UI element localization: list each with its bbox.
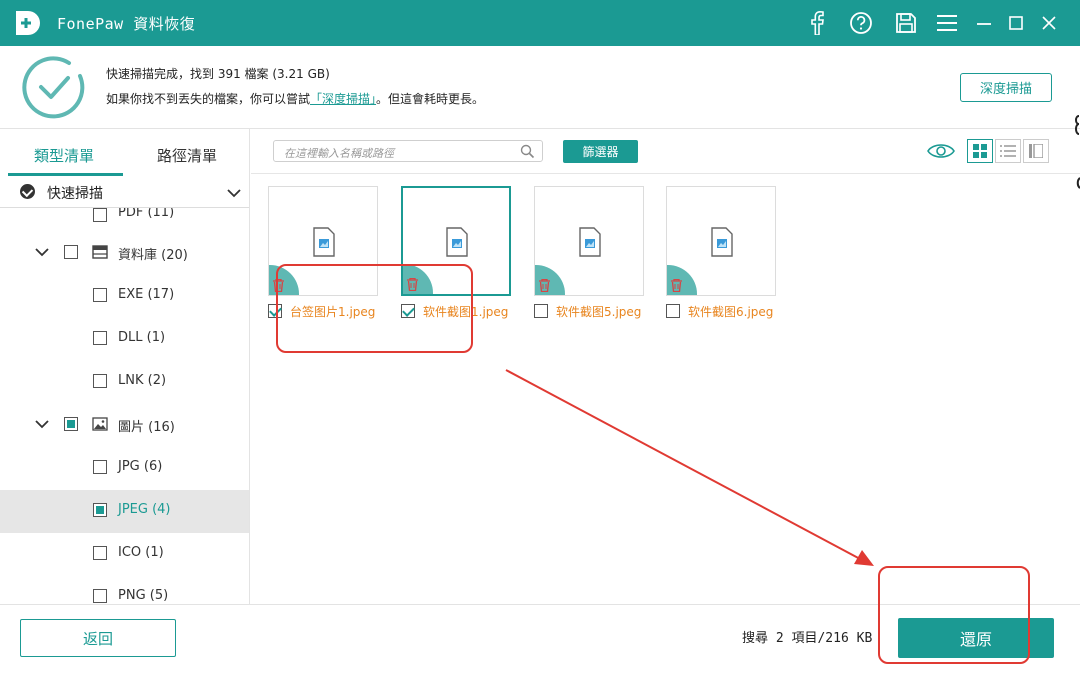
category-checkbox[interactable] bbox=[64, 417, 78, 431]
chevron-down-icon[interactable] bbox=[34, 244, 50, 260]
preview-eye-icon[interactable] bbox=[927, 142, 955, 160]
category-sidebar: 類型清單 路徑清單 快速掃描 PDF (11) 資料庫 (20) EXE (17… bbox=[0, 129, 250, 604]
image-file-icon bbox=[313, 227, 335, 257]
category-item-png[interactable]: PNG (5) bbox=[0, 576, 249, 604]
category-checkbox[interactable] bbox=[93, 589, 107, 603]
deep-scan-hint: 如果你找不到丟失的檔案，你可以嘗試「深度掃描」。但這會耗時更長。 bbox=[106, 90, 484, 107]
image-file-icon bbox=[446, 227, 468, 257]
category-checkbox[interactable] bbox=[93, 546, 107, 560]
category-checkbox[interactable] bbox=[64, 245, 78, 259]
image-icon bbox=[92, 417, 108, 431]
category-checkbox[interactable] bbox=[93, 208, 107, 222]
restore-button[interactable]: 還原 bbox=[898, 618, 1054, 658]
cropped-edge-mark bbox=[1075, 115, 1080, 189]
list-view-button[interactable] bbox=[995, 139, 1021, 163]
deep-scan-link[interactable]: 「深度掃描」 bbox=[310, 92, 376, 106]
category-item-lnk[interactable]: LNK (2) bbox=[0, 361, 249, 404]
category-label: ICO (1) bbox=[118, 545, 164, 560]
close-icon[interactable] bbox=[1035, 9, 1063, 37]
help-icon[interactable] bbox=[847, 9, 875, 37]
category-label: 資料庫 (20) bbox=[118, 248, 188, 263]
deep-scan-hint-suffix: 。但這會耗時更長。 bbox=[376, 92, 485, 106]
file-checkbox[interactable] bbox=[666, 304, 680, 318]
file-name: 台签图片1.jpeg bbox=[290, 305, 376, 319]
detail-view-button[interactable] bbox=[1023, 139, 1049, 163]
file-thumbnail[interactable] bbox=[268, 186, 378, 296]
file-checkbox[interactable] bbox=[534, 304, 548, 318]
category-checkbox[interactable] bbox=[93, 374, 107, 388]
category-item-dll[interactable]: DLL (1) bbox=[0, 318, 249, 361]
search-icon[interactable] bbox=[520, 144, 535, 159]
file-toolbar: 在這裡輸入名稱或路徑 篩選器 bbox=[251, 129, 1080, 174]
facebook-icon[interactable] bbox=[803, 9, 831, 37]
file-checkbox[interactable] bbox=[401, 304, 415, 318]
grid-view-icon bbox=[973, 144, 987, 158]
trash-icon[interactable] bbox=[407, 278, 418, 291]
scan-mode-selector[interactable]: 快速掃描 bbox=[0, 176, 249, 208]
category-label: JPEG (4) bbox=[118, 502, 171, 517]
fonepaw-logo-icon bbox=[16, 11, 40, 35]
detail-view-icon bbox=[1029, 144, 1043, 158]
file-checkbox[interactable] bbox=[268, 304, 282, 318]
file-grid: 台签图片1.jpeg 软件截图1.jpeg 软件截图5.jpeg 软件截图6.j… bbox=[251, 174, 1080, 604]
grid-view-button[interactable] bbox=[967, 139, 993, 163]
category-item-pdf[interactable]: PDF (11) bbox=[0, 208, 249, 229]
category-label: PNG (5) bbox=[118, 588, 169, 603]
category-item-jpg[interactable]: JPG (6) bbox=[0, 447, 249, 490]
category-label: PDF (11) bbox=[118, 208, 175, 220]
category-label: JPG (6) bbox=[118, 459, 163, 474]
scan-mode-label: 快速掃描 bbox=[47, 186, 103, 202]
scan-complete-check-icon bbox=[22, 56, 85, 119]
file-name: 软件截图5.jpeg bbox=[556, 305, 642, 319]
file-thumbnail[interactable] bbox=[666, 186, 776, 296]
file-thumbnail[interactable] bbox=[534, 186, 644, 296]
category-checkbox[interactable] bbox=[93, 503, 107, 517]
deep-scan-hint-prefix: 如果你找不到丟失的檔案，你可以嘗試 bbox=[106, 92, 311, 106]
trash-icon[interactable] bbox=[671, 279, 682, 292]
category-tree: PDF (11) 資料庫 (20) EXE (17) DLL (1) LNK (… bbox=[0, 208, 249, 604]
category-checkbox[interactable] bbox=[93, 460, 107, 474]
selection-summary: 搜尋 2 項目/216 KB bbox=[742, 631, 873, 646]
category-group-database[interactable]: 資料庫 (20) bbox=[0, 232, 249, 275]
scan-status-panel: 快速掃描完成，找到 391 檔案 (3.21 GB) 如果你找不到丟失的檔案，你… bbox=[0, 46, 1080, 129]
category-label: DLL (1) bbox=[118, 330, 166, 345]
image-file-icon bbox=[711, 227, 733, 257]
tab-path-list[interactable]: 路徑清單 bbox=[157, 145, 217, 166]
category-label: LNK (2) bbox=[118, 373, 167, 388]
list-view-icon bbox=[1000, 145, 1016, 157]
category-item-ico[interactable]: ICO (1) bbox=[0, 533, 249, 576]
filter-button[interactable]: 篩選器 bbox=[563, 140, 638, 163]
category-label: 圖片 (16) bbox=[118, 420, 175, 435]
chevron-down-icon[interactable] bbox=[226, 185, 242, 201]
category-group-pictures[interactable]: 圖片 (16) bbox=[0, 404, 249, 447]
trash-icon[interactable] bbox=[273, 279, 284, 292]
tab-type-list[interactable]: 類型清單 bbox=[34, 145, 94, 166]
file-name: 软件截图6.jpeg bbox=[688, 305, 774, 319]
file-name: 软件截图1.jpeg bbox=[423, 305, 509, 319]
database-icon bbox=[92, 245, 108, 259]
category-item-jpeg[interactable]: JPEG (4) bbox=[0, 490, 249, 533]
deep-scan-button[interactable]: 深度掃描 bbox=[960, 73, 1052, 102]
search-input[interactable]: 在這裡輸入名稱或路徑 bbox=[273, 140, 543, 162]
maximize-icon[interactable] bbox=[1002, 9, 1030, 37]
file-thumbnail[interactable] bbox=[401, 186, 511, 296]
back-button[interactable]: 返回 bbox=[20, 619, 176, 657]
action-footer: 返回 搜尋 2 項目/216 KB 還原 bbox=[0, 604, 1080, 676]
search-placeholder: 在這裡輸入名稱或路徑 bbox=[284, 147, 394, 160]
menu-icon[interactable] bbox=[933, 9, 961, 37]
chevron-down-icon[interactable] bbox=[34, 416, 50, 432]
scan-result-text: 快速掃描完成，找到 391 檔案 (3.21 GB) bbox=[106, 67, 330, 81]
category-checkbox[interactable] bbox=[93, 288, 107, 302]
scan-mode-check-icon bbox=[20, 184, 35, 199]
category-item-exe[interactable]: EXE (17) bbox=[0, 275, 249, 318]
title-bar: FonePaw 資料恢復 bbox=[0, 0, 1080, 46]
category-label: EXE (17) bbox=[118, 287, 175, 302]
app-title: FonePaw 資料恢復 bbox=[57, 15, 196, 33]
minimize-icon[interactable] bbox=[970, 9, 998, 37]
category-checkbox[interactable] bbox=[93, 331, 107, 345]
trash-icon[interactable] bbox=[539, 279, 550, 292]
image-file-icon bbox=[579, 227, 601, 257]
save-icon[interactable] bbox=[892, 9, 920, 37]
